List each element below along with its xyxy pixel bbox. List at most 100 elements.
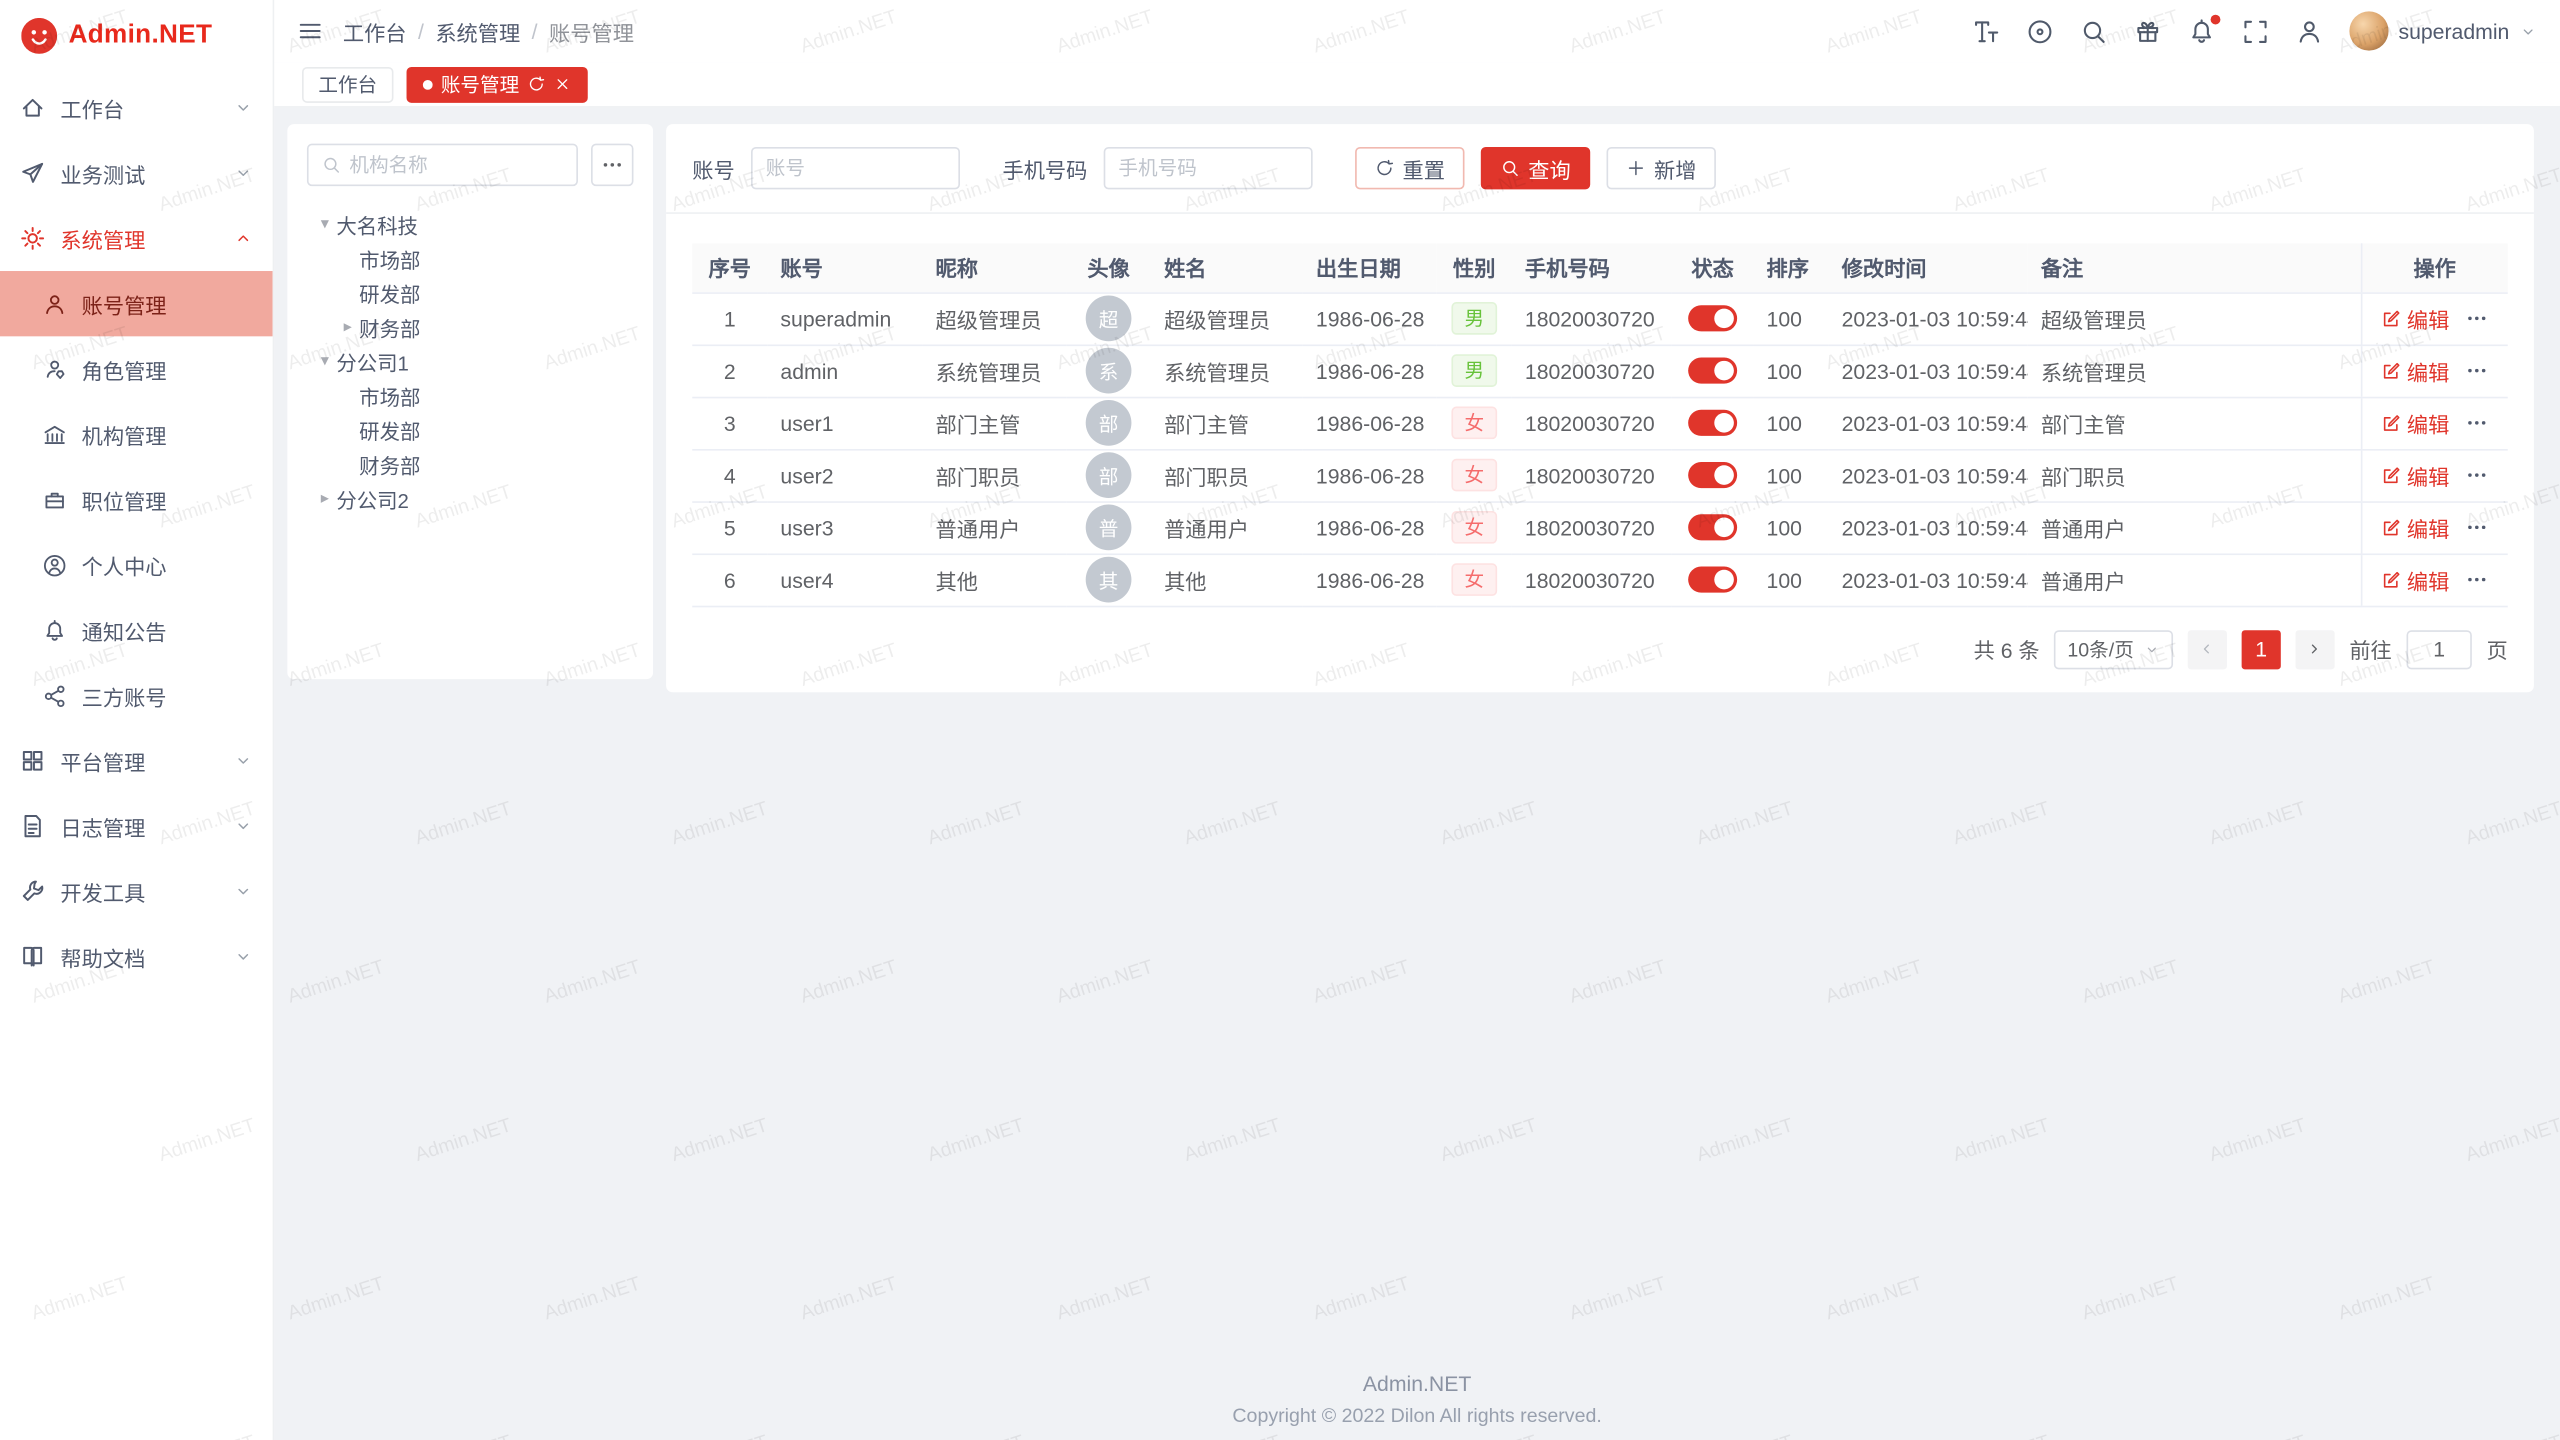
fullscreen-icon[interactable] xyxy=(2242,17,2270,45)
cell-avatar: 系 xyxy=(1066,344,1151,396)
sidebar-item-org-manage[interactable]: 机构管理 xyxy=(0,402,273,467)
tree-toolbar xyxy=(307,144,634,186)
edit-label: 编辑 xyxy=(2407,355,2449,386)
sidebar-item-notice-manage[interactable]: 通知公告 xyxy=(0,598,273,663)
tree-node[interactable]: 研发部 xyxy=(307,276,634,310)
phone-filter-input[interactable] xyxy=(1104,147,1313,189)
status-toggle[interactable] xyxy=(1688,462,1737,488)
sidebar-item-position-manage[interactable]: 职位管理 xyxy=(0,467,273,532)
org-search-field[interactable] xyxy=(307,144,578,186)
notification-bell-icon[interactable] xyxy=(2188,17,2216,45)
sidebar-item-help-docs[interactable]: 帮助文档 xyxy=(0,924,273,989)
gender-tag: 男 xyxy=(1451,302,1497,335)
tree-node[interactable]: 财务部 xyxy=(307,447,634,481)
status-toggle[interactable] xyxy=(1688,306,1737,332)
row-avatar: 其 xyxy=(1086,557,1132,603)
gender-tag: 女 xyxy=(1451,511,1497,544)
tree-node[interactable]: ▸财务部 xyxy=(307,310,634,344)
sidebar-item-account-manage[interactable]: 账号管理 xyxy=(0,271,273,336)
grid-icon xyxy=(20,748,46,774)
cell-phone: 18020030720 xyxy=(1512,292,1672,344)
sidebar-item-dev-tools[interactable]: 开发工具 xyxy=(0,859,273,924)
sidebar-item-label: 开发工具 xyxy=(60,876,145,907)
tree-caret-icon[interactable]: ▾ xyxy=(313,353,336,371)
menu-collapse-icon[interactable] xyxy=(297,18,323,44)
edit-button[interactable]: 编辑 xyxy=(2381,355,2450,386)
tree-caret-icon[interactable]: ▸ xyxy=(313,490,336,508)
tree-node[interactable]: 市场部 xyxy=(307,379,634,413)
query-button[interactable]: 查询 xyxy=(1481,147,1590,189)
reset-button[interactable]: 重置 xyxy=(1355,147,1464,189)
tree-node[interactable]: 市场部 xyxy=(307,242,634,276)
edit-button[interactable]: 编辑 xyxy=(2381,512,2450,543)
sidebar-item-label: 通知公告 xyxy=(82,615,167,646)
logo-icon xyxy=(21,18,57,54)
sidebar-item-workbench[interactable]: 工作台 xyxy=(0,75,273,140)
row-more-button[interactable] xyxy=(2466,359,2489,382)
org-search-input[interactable] xyxy=(349,153,563,176)
logo[interactable]: Admin.NET xyxy=(0,0,273,72)
row-more-button[interactable] xyxy=(2466,411,2489,434)
font-size-icon[interactable] xyxy=(1972,17,2000,45)
tree-node-label: 分公司2 xyxy=(336,483,409,514)
row-more-button[interactable] xyxy=(2466,464,2489,487)
cell-avatar: 部 xyxy=(1066,397,1151,449)
breadcrumb-item[interactable]: 账号管理 xyxy=(549,16,634,47)
tree-caret-icon[interactable]: ▾ xyxy=(313,216,336,234)
goto-unit: 页 xyxy=(2487,633,2508,664)
column-header: 修改时间 xyxy=(1829,243,2028,292)
sidebar-item-platform-manage[interactable]: 平台管理 xyxy=(0,728,273,793)
goto-page-input[interactable] xyxy=(2407,629,2472,668)
tree-node-label: 财务部 xyxy=(359,449,420,480)
accounts-table: 序号账号昵称头像姓名出生日期性别手机号码状态排序修改时间备注操作 1supera… xyxy=(692,243,2508,606)
reset-label: 重置 xyxy=(1402,153,1444,184)
component-icon[interactable] xyxy=(2134,17,2162,45)
row-more-button[interactable] xyxy=(2466,568,2489,591)
search-icon[interactable] xyxy=(2080,17,2108,45)
cell-index: 1 xyxy=(692,292,767,344)
cell-account: superadmin xyxy=(767,292,922,344)
sidebar-item-log-manage[interactable]: 日志管理 xyxy=(0,793,273,858)
account-filter-input[interactable] xyxy=(751,147,960,189)
chevron-down-icon xyxy=(233,163,253,183)
sidebar-item-role-manage[interactable]: 角色管理 xyxy=(0,336,273,401)
edit-button[interactable]: 编辑 xyxy=(2381,460,2450,491)
status-toggle[interactable] xyxy=(1688,515,1737,541)
theme-icon[interactable] xyxy=(2026,17,2054,45)
cell-avatar: 超 xyxy=(1066,292,1151,344)
tree-node[interactable]: ▾大名科技 xyxy=(307,207,634,241)
breadcrumb-item[interactable]: 工作台 xyxy=(343,16,407,47)
sidebar-item-label: 职位管理 xyxy=(82,484,167,515)
tree-caret-icon[interactable]: ▸ xyxy=(336,318,359,336)
tree-node[interactable]: ▾分公司1 xyxy=(307,344,634,378)
sidebar-item-third-account[interactable]: 三方账号 xyxy=(0,663,273,728)
user-menu[interactable]: superadmin xyxy=(2349,11,2537,50)
cell-phone: 18020030720 xyxy=(1512,501,1672,553)
page-size-select[interactable]: 10条/页 xyxy=(2054,629,2173,668)
row-more-button[interactable] xyxy=(2466,516,2489,539)
sidebar-item-biz-test[interactable]: 业务测试 xyxy=(0,140,273,205)
edit-button[interactable]: 编辑 xyxy=(2381,303,2450,334)
edit-button[interactable]: 编辑 xyxy=(2381,564,2450,595)
page-number-button[interactable]: 1 xyxy=(2242,629,2281,668)
status-toggle[interactable] xyxy=(1688,358,1737,384)
edit-button[interactable]: 编辑 xyxy=(2381,407,2450,438)
tree-node[interactable]: ▸分公司2 xyxy=(307,482,634,516)
add-button[interactable]: 新增 xyxy=(1607,147,1716,189)
breadcrumb-item[interactable]: 系统管理 xyxy=(435,16,520,47)
tree-more-button[interactable] xyxy=(591,144,633,186)
sidebar-item-personal-center[interactable]: 个人中心 xyxy=(0,532,273,597)
prev-page-button[interactable] xyxy=(2188,629,2227,668)
tree-node-label: 研发部 xyxy=(359,415,420,446)
row-more-button[interactable] xyxy=(2466,307,2489,330)
tree-node[interactable]: 研发部 xyxy=(307,413,634,447)
status-toggle[interactable] xyxy=(1688,410,1737,436)
sidebar-item-system-manage[interactable]: 系统管理 xyxy=(0,206,273,271)
cell-birthdate: 1986-06-28 xyxy=(1303,501,1437,553)
next-page-button[interactable] xyxy=(2295,629,2334,668)
tab-1[interactable]: 工作台 xyxy=(302,66,393,102)
cell-index: 3 xyxy=(692,397,767,449)
tab-2[interactable]: 账号管理 xyxy=(407,66,588,102)
status-toggle[interactable] xyxy=(1688,567,1737,593)
user-icon[interactable] xyxy=(2296,17,2324,45)
